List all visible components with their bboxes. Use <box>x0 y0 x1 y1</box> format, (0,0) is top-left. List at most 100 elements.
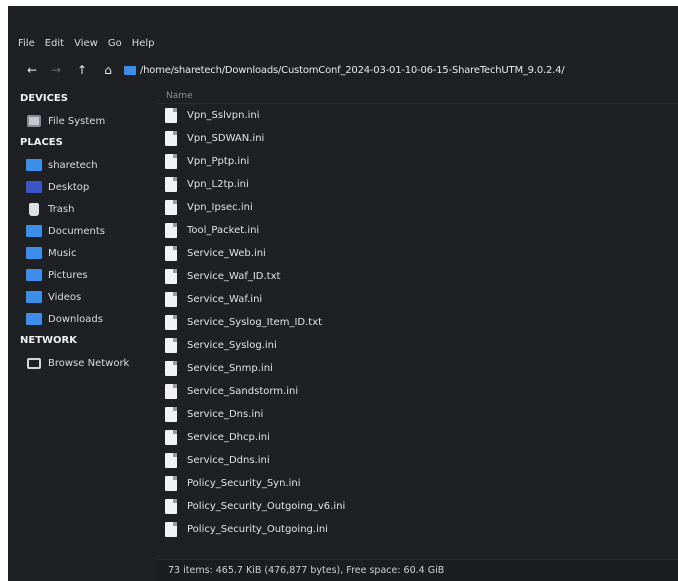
sidebar-item-label: Trash <box>48 203 75 215</box>
column-header-name[interactable]: Name <box>156 88 678 104</box>
sidebar-item-label: Browse Network <box>48 357 130 369</box>
file-rows: Vpn_Sslvpn.ini Vpn_SDWAN.ini Vpn_Pptp.ini V… <box>156 104 678 541</box>
text-file-icon <box>165 108 177 123</box>
file-row[interactable]: Vpn_Pptp.ini <box>156 150 678 173</box>
file-name: Service_Ddns.ini <box>187 455 270 466</box>
sidebar: DEVICES File System PLACES sharetech Des… <box>8 88 153 581</box>
sidebar-item-label: File System <box>48 115 106 127</box>
sidebar-item-downloads[interactable]: Downloads <box>8 308 153 330</box>
sidebar-item-label: sharetech <box>48 159 98 171</box>
text-file-icon <box>165 269 177 284</box>
file-row[interactable]: Policy_Security_Outgoing_v6.ini <box>156 495 678 518</box>
sidebar-item-documents[interactable]: Documents <box>8 220 153 242</box>
file-name: Tool_Packet.ini <box>187 225 260 236</box>
location-bar[interactable]: /home/sharetech/Downloads/CustomConf_202… <box>124 64 565 76</box>
file-row[interactable]: Service_Sandstorm.ini <box>156 380 678 403</box>
text-file-icon <box>165 292 177 307</box>
sidebar-item-sharetech[interactable]: sharetech <box>8 154 153 176</box>
back-arrow-icon: ← <box>26 63 38 77</box>
menu-help[interactable]: Help <box>132 38 155 49</box>
file-row[interactable]: Service_Snmp.ini <box>156 357 678 380</box>
menu-edit[interactable]: Edit <box>45 38 64 49</box>
file-row[interactable]: Service_Syslog.ini <box>156 334 678 357</box>
file-name: Service_Waf.ini <box>187 294 263 305</box>
up-button[interactable]: ↑ <box>72 60 92 80</box>
sidebar-item-music[interactable]: Music <box>8 242 153 264</box>
sidebar-item-label: Videos <box>48 291 82 303</box>
toolbar: ← → ↑ ⌂ /home/sharetech/Downloads/Custom… <box>8 59 678 81</box>
sidebar-item-pictures[interactable]: Pictures <box>8 264 153 286</box>
file-name: Service_Web.ini <box>187 248 266 259</box>
file-name: Vpn_SDWAN.ini <box>187 133 265 144</box>
forward-arrow-icon: → <box>50 63 62 77</box>
sidebar-item-desktop[interactable]: Desktop <box>8 176 153 198</box>
status-bar: 73 items: 465.7 KiB (476,877 bytes), Fre… <box>156 559 678 581</box>
text-file-icon <box>165 154 177 169</box>
up-arrow-icon: ↑ <box>76 63 88 77</box>
file-row[interactable]: Policy_Security_Outgoing.ini <box>156 518 678 541</box>
file-row[interactable]: Vpn_Ipsec.ini <box>156 196 678 219</box>
file-name: Vpn_Pptp.ini <box>187 156 250 167</box>
file-list: Name Vpn_Sslvpn.ini Vpn_SDWAN.ini Vpn_Pptp… <box>156 88 678 559</box>
file-row[interactable]: Policy_Security_Syn.ini <box>156 472 678 495</box>
text-file-icon <box>165 315 177 330</box>
forward-button[interactable]: → <box>46 60 66 80</box>
text-file-icon <box>165 384 177 399</box>
menu-file[interactable]: File <box>18 38 35 49</box>
file-row[interactable]: Service_Syslog_Item_ID.txt <box>156 311 678 334</box>
file-row[interactable]: Service_Waf.ini <box>156 288 678 311</box>
back-button[interactable]: ← <box>22 60 42 80</box>
location-path: /home/sharetech/Downloads/CustomConf_202… <box>140 64 565 76</box>
menu-bar: File Edit View Go Help <box>8 33 678 53</box>
sidebar-item-videos[interactable]: Videos <box>8 286 153 308</box>
file-name: Service_Dns.ini <box>187 409 264 420</box>
file-row[interactable]: Vpn_L2tp.ini <box>156 173 678 196</box>
folder-icon <box>26 225 42 237</box>
file-row[interactable]: Service_Web.ini <box>156 242 678 265</box>
text-file-icon <box>165 338 177 353</box>
sidebar-item-label: Music <box>48 247 77 259</box>
file-row[interactable]: Service_Ddns.ini <box>156 449 678 472</box>
desktop-icon <box>26 181 42 193</box>
file-row[interactable]: Service_Dhcp.ini <box>156 426 678 449</box>
text-file-icon <box>165 177 177 192</box>
file-row[interactable]: Service_Dns.ini <box>156 403 678 426</box>
network-icon <box>27 357 41 369</box>
menu-view[interactable]: View <box>74 38 98 49</box>
file-manager-window: File Edit View Go Help ← → ↑ ⌂ /home/sha… <box>8 6 678 581</box>
folder-icon <box>26 313 42 325</box>
sidebar-section-network: NETWORK <box>20 335 78 346</box>
text-file-icon <box>165 200 177 215</box>
file-row[interactable]: Tool_Packet.ini <box>156 219 678 242</box>
file-name: Service_Waf_ID.txt <box>187 271 281 282</box>
file-name: Service_Dhcp.ini <box>187 432 270 443</box>
status-text: 73 items: 465.7 KiB (476,877 bytes), Fre… <box>168 565 445 576</box>
home-icon: ⌂ <box>104 63 112 77</box>
sidebar-item-label: Documents <box>48 225 106 237</box>
file-name: Policy_Security_Syn.ini <box>187 478 301 489</box>
file-name: Service_Snmp.ini <box>187 363 273 374</box>
home-folder-icon <box>26 159 42 171</box>
file-row[interactable]: Service_Waf_ID.txt <box>156 265 678 288</box>
file-row[interactable]: Vpn_Sslvpn.ini <box>156 104 678 127</box>
sidebar-item-file-system[interactable]: File System <box>8 110 153 132</box>
sidebar-section-places: PLACES <box>20 137 63 148</box>
text-file-icon <box>165 499 177 514</box>
folder-icon <box>26 269 42 281</box>
folder-icon <box>26 247 42 259</box>
drive-icon <box>27 115 41 127</box>
text-file-icon <box>165 476 177 491</box>
file-name: Service_Syslog.ini <box>187 340 277 351</box>
file-row[interactable]: Vpn_SDWAN.ini <box>156 127 678 150</box>
file-name: Vpn_Sslvpn.ini <box>187 110 260 121</box>
text-file-icon <box>165 522 177 537</box>
sidebar-item-browse-network[interactable]: Browse Network <box>8 352 153 374</box>
sidebar-item-trash[interactable]: Trash <box>8 198 153 220</box>
file-name: Policy_Security_Outgoing.ini <box>187 524 328 535</box>
text-file-icon <box>165 361 177 376</box>
trash-icon <box>29 202 39 216</box>
home-button[interactable]: ⌂ <box>98 60 118 80</box>
text-file-icon <box>165 407 177 422</box>
menu-go[interactable]: Go <box>108 38 122 49</box>
folder-icon <box>26 291 42 303</box>
